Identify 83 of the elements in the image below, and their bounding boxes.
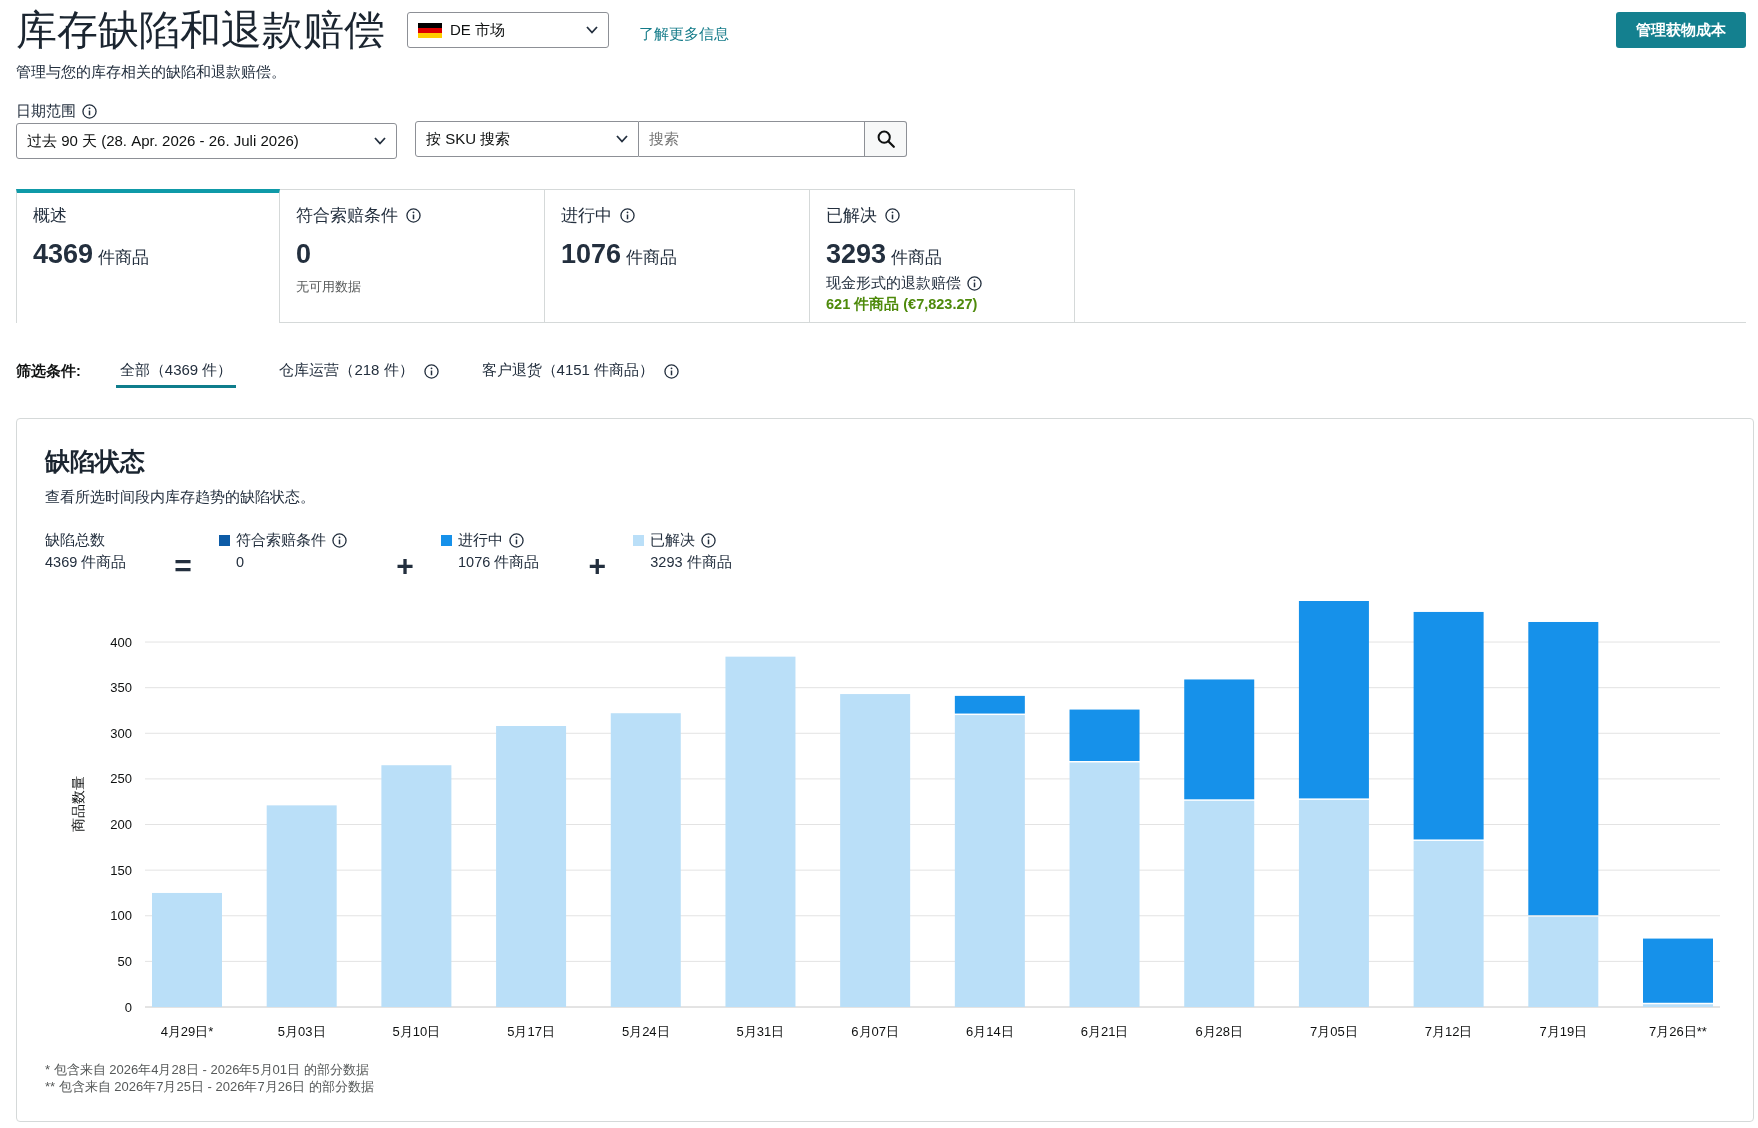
caret-icon xyxy=(616,135,628,143)
date-range-dropdown[interactable]: 过去 90 天 (28. Apr. 2026 - 26. Juli 2026) xyxy=(16,123,397,159)
info-icon[interactable] xyxy=(885,207,900,223)
info-icon[interactable] xyxy=(423,363,439,379)
axis-category-label: 5月17日 xyxy=(507,1024,555,1039)
axis-tick-label: 0 xyxy=(124,999,132,1015)
axis-category-label: 6月21日 xyxy=(1080,1024,1129,1039)
item-count: 0 xyxy=(296,239,313,271)
info-icon[interactable] xyxy=(664,363,680,379)
legend-value: 0 xyxy=(235,553,246,572)
summary-tab[interactable]: 概述 4369 件商品 xyxy=(16,189,280,323)
axis-tick-label: 50 xyxy=(117,953,132,969)
legend-value: 1076 件商品 xyxy=(457,553,540,572)
total-label: 缺陷总数 xyxy=(45,531,106,550)
learn-more-link[interactable]: 了解更多信息 xyxy=(639,24,729,44)
info-icon[interactable] xyxy=(701,532,717,548)
operator-symbol: = xyxy=(173,551,193,581)
axis-category-label: 5月03日 xyxy=(277,1024,326,1039)
footnote: ** 包含来自 2026年7月25日 - 2026年7月26日 的部分数据 xyxy=(45,1078,375,1095)
tab-title: 符合索赔条件 xyxy=(296,204,398,227)
filter-tab[interactable]: 客户退货（4151 件商品） xyxy=(477,354,659,388)
axis-tick-label: 400 xyxy=(110,634,132,650)
operator-symbol: + xyxy=(587,551,608,581)
search-type-dropdown[interactable]: 按 SKU 搜索 xyxy=(415,121,639,157)
axis-tick-label: 300 xyxy=(110,725,132,741)
tab-title: 概述 xyxy=(33,204,67,227)
legend-value: 3293 件商品 xyxy=(649,553,732,572)
reimbursement-label: 现金形式的退款赔偿 xyxy=(826,273,961,293)
axis-tick-label: 200 xyxy=(110,817,132,833)
axis-category-label: 7月05日 xyxy=(1310,1024,1358,1039)
caret-icon xyxy=(374,137,386,145)
search-button[interactable] xyxy=(865,121,907,157)
axis-tick-label: 250 xyxy=(110,771,132,787)
info-icon[interactable] xyxy=(620,207,635,223)
filter-label: 筛选条件: xyxy=(16,361,81,381)
operator-symbol: + xyxy=(395,551,415,581)
reimbursement-value: 621 件商品 (€7,823.27) xyxy=(826,295,979,314)
axis-tick-label: 100 xyxy=(110,908,132,924)
flag-icon xyxy=(418,22,442,38)
axis-category-label: 5月31日 xyxy=(736,1024,785,1039)
summary-tab[interactable]: 进行中 1076 件商品 xyxy=(545,189,810,323)
axis-category-label: 6月14日 xyxy=(966,1024,1014,1039)
caret-icon xyxy=(586,26,598,34)
item-count: 3293 件商品 xyxy=(826,239,943,271)
axis-title: 商品数量 xyxy=(70,776,86,832)
axis-category-label: 6月07日 xyxy=(851,1024,899,1039)
axis-category-label: 5月10日 xyxy=(392,1024,441,1039)
marketplace-dropdown[interactable]: DE 市场 xyxy=(407,12,609,48)
item-count: 1076 件商品 xyxy=(561,239,678,271)
tab-title: 已解决 xyxy=(826,204,877,227)
tab-title: 进行中 xyxy=(561,204,612,227)
page-subtitle: 管理与您的库存相关的缺陷和退款赔偿。 xyxy=(16,63,287,82)
search-field[interactable]: 搜索 xyxy=(639,121,865,157)
filter-tab[interactable]: 仓库运营（218 件） xyxy=(275,354,418,388)
manage-costs-button[interactable]: 管理获物成本 xyxy=(1616,12,1746,48)
info-icon[interactable] xyxy=(332,532,347,548)
axis-category-label: 7月26日** xyxy=(1649,1024,1707,1039)
axis-category-label: 4月29日* xyxy=(160,1024,214,1039)
date-range-label: 日期范围 xyxy=(16,101,76,121)
info-icon[interactable] xyxy=(406,207,421,223)
summary-tab[interactable]: 已解决 3293 件商品 现金形式的退款赔偿 621 件商品 (€7,823.27) xyxy=(810,189,1075,323)
legend-label: 进行中 xyxy=(458,531,503,550)
no-data-note: 无可用数据 xyxy=(296,278,362,296)
axis-tick-label: 350 xyxy=(110,680,132,696)
legend-label: 符合索赔条件 xyxy=(236,531,326,550)
footnote: * 包含来自 2026年4月28日 - 2026年5月01日 的部分数据 xyxy=(45,1061,370,1078)
legend-label: 已解决 xyxy=(650,531,696,550)
section-description: 查看所选时间段内库存趋势的缺陷状态。 xyxy=(45,488,316,507)
item-count: 4369 件商品 xyxy=(33,239,150,271)
axis-category-label: 5月24日 xyxy=(621,1024,670,1039)
summary-tab[interactable]: 符合索赔条件 0 无可用数据 xyxy=(280,189,545,323)
section-title: 缺陷状态 xyxy=(45,446,146,477)
filter-tab[interactable]: 全部（4369 件） xyxy=(115,354,237,388)
axis-category-label: 7月12日 xyxy=(1424,1024,1473,1039)
axis-tick-label: 150 xyxy=(110,862,132,878)
axis-category-label: 6月28日 xyxy=(1195,1024,1244,1039)
info-icon[interactable] xyxy=(967,275,982,291)
info-icon[interactable] xyxy=(82,103,97,119)
page-title: 库存缺陷和退款赔偿 xyxy=(16,6,385,54)
info-icon[interactable] xyxy=(509,532,524,548)
axis-category-label: 7月19日 xyxy=(1539,1024,1588,1039)
total-value: 4369 件商品 xyxy=(45,553,128,572)
search-icon xyxy=(876,130,895,148)
